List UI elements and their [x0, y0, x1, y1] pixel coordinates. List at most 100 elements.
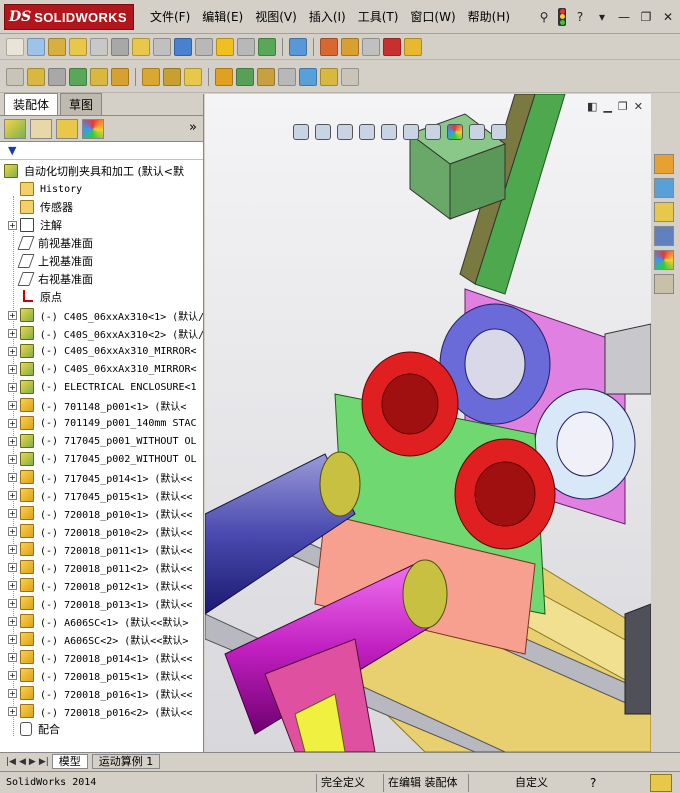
expand-icon[interactable]: + [8, 562, 17, 572]
tree-item[interactable]: + (-) 720018_p011<1> (默认<< [0, 540, 203, 558]
assembly-features-icon[interactable] [236, 67, 254, 86]
expand-icon[interactable]: + [8, 670, 17, 680]
appearance-icon[interactable] [383, 37, 401, 56]
tree-item[interactable]: + (-) 720018_p014<1> (默认<< [0, 648, 203, 666]
tree-item[interactable]: 传感器 [0, 198, 203, 216]
custom-properties-icon[interactable] [654, 274, 674, 294]
tree-filter[interactable]: ▼ [0, 142, 203, 160]
tree-item[interactable]: + (-) 720018_p010<2> (默认<< [0, 522, 203, 540]
tree-item[interactable]: + (-) C40S_06xxAx310<1> (默认/ [0, 306, 203, 324]
sigma-equations-icon[interactable] [174, 37, 192, 56]
checkbox-icon[interactable] [132, 37, 150, 56]
tree-item[interactable]: + (-) 720018_p013<1> (默认<< [0, 594, 203, 612]
exploded-view-icon[interactable] [184, 67, 202, 86]
section-view-icon[interactable] [359, 124, 375, 140]
expand-icon[interactable]: + [8, 310, 17, 320]
expand-icon[interactable]: + [8, 652, 17, 662]
rebuild-status-icon[interactable] [650, 773, 672, 792]
feature-manager-icon[interactable] [4, 118, 26, 139]
tree-item[interactable]: 前视基准面 [0, 234, 203, 252]
viewport-restore-icon[interactable]: ❐ [618, 100, 628, 113]
edit-appearance-icon[interactable] [447, 124, 463, 140]
warning-icon[interactable] [216, 37, 234, 56]
view-orientation-icon[interactable] [381, 124, 397, 140]
expand-icon[interactable]: + [8, 364, 17, 374]
tree-item[interactable]: 配合 [0, 720, 203, 738]
view-palette-icon[interactable] [654, 226, 674, 246]
tree-item[interactable]: + (-) 717045_p014<1> (默认<< [0, 468, 203, 486]
expand-icon[interactable]: + [8, 436, 17, 446]
expand-icon[interactable]: + [8, 220, 17, 230]
expand-icon[interactable]: + [8, 472, 17, 482]
mate-icon[interactable] [48, 67, 66, 86]
reference-geometry-icon[interactable] [257, 67, 275, 86]
close-icon[interactable]: ✕ [660, 9, 676, 25]
edit-component-icon[interactable] [163, 67, 181, 86]
expand-icon[interactable]: + [8, 454, 17, 464]
solidworks-logo[interactable]: DS SOLIDWORKS [4, 4, 134, 30]
menu-insert[interactable]: 插入(I) [309, 8, 346, 25]
view-settings-icon[interactable] [491, 124, 507, 140]
menu-window[interactable]: 窗口(W) [410, 8, 455, 25]
tree-item[interactable]: + (-) C40S_06xxAx310_MIRROR< [0, 342, 203, 360]
insert-component-icon[interactable] [6, 67, 24, 86]
restore-icon[interactable]: ❐ [638, 9, 654, 25]
tree-item[interactable]: + (-) ELECTRICAL ENCLOSURE<1 [0, 378, 203, 396]
move-component-icon[interactable] [258, 37, 276, 56]
minimize-icon[interactable]: — [616, 9, 632, 25]
expand-icon[interactable]: + [8, 346, 17, 356]
check-disabled-icon[interactable] [153, 37, 171, 56]
spellcheck-icon[interactable] [6, 37, 24, 56]
menu-tools[interactable]: 工具(T) [358, 8, 399, 25]
section-properties-icon[interactable] [69, 37, 87, 56]
measure-icon[interactable] [27, 37, 45, 56]
more-tabs-icon[interactable]: » [189, 120, 197, 135]
expand-icon[interactable]: + [8, 490, 17, 500]
expand-icon[interactable]: + [8, 706, 17, 716]
previous-view-icon[interactable] [337, 124, 353, 140]
tree-item[interactable]: 右视基准面 [0, 270, 203, 288]
new-part-icon[interactable] [27, 67, 45, 86]
mass-properties-icon[interactable] [48, 37, 66, 56]
zoom-to-fit-icon[interactable] [293, 124, 309, 140]
verify-icon[interactable] [362, 37, 380, 56]
status-units[interactable]: 自定义 [468, 773, 548, 792]
hide-show-items-icon[interactable] [425, 124, 441, 140]
table-icon[interactable] [289, 37, 307, 56]
tree-item[interactable]: + (-) 720018_p010<1> (默认<< [0, 504, 203, 522]
instant3d-icon[interactable] [299, 67, 317, 86]
hardware-icon[interactable] [341, 37, 359, 56]
tree-item[interactable]: + (-) 720018_p012<1> (默认<< [0, 576, 203, 594]
menu-help[interactable]: 帮助(H) [468, 8, 510, 25]
filter-icon[interactable]: ▼ [8, 144, 16, 157]
menu-file[interactable]: 文件(F) [150, 8, 190, 25]
tree-item[interactable]: + (-) 720018_p016<2> (默认<< [0, 702, 203, 720]
design-library-icon[interactable] [654, 178, 674, 198]
tree-item[interactable]: + (-) 720018_p011<2> (默认<< [0, 558, 203, 576]
render-icon[interactable] [404, 37, 422, 56]
zoom-area-icon[interactable] [315, 124, 331, 140]
clearance-icon[interactable] [111, 37, 129, 56]
tree-root[interactable]: 自动化切削夹具和加工 (默认<默 [0, 162, 203, 180]
graphics-area[interactable]: ◧ ▁ ❐ ✕ [205, 94, 651, 752]
expand-icon[interactable]: + [8, 634, 17, 644]
toolbox-icon[interactable] [320, 37, 338, 56]
expand-icon[interactable]: + [8, 580, 17, 590]
interference-detection-icon[interactable] [278, 67, 296, 86]
tab-assembly[interactable]: 装配体 [4, 93, 59, 115]
solidworks-resources-icon[interactable] [654, 154, 674, 174]
gear-icon[interactable] [215, 67, 233, 86]
next-tab-icon[interactable]: ▶ [29, 757, 36, 767]
tree-item[interactable]: + (-) 701149_p001_140mm STAC [0, 414, 203, 432]
expand-icon[interactable]: + [8, 382, 17, 392]
dropdown-arrow-icon[interactable]: ▾ [594, 9, 610, 25]
tab-sketch[interactable]: 草图 [60, 93, 103, 115]
menu-edit[interactable]: 编辑(E) [202, 8, 243, 25]
expand-icon[interactable]: + [8, 418, 17, 428]
prev-tab-icon[interactable]: ◀ [19, 757, 26, 767]
linear-pattern-icon[interactable] [69, 67, 87, 86]
tree-item[interactable]: + (-) 701148_p001<1> (默认< [0, 396, 203, 414]
apply-scene-icon[interactable] [469, 124, 485, 140]
expand-icon[interactable]: + [8, 526, 17, 536]
tab-model[interactable]: 模型 [51, 754, 88, 769]
